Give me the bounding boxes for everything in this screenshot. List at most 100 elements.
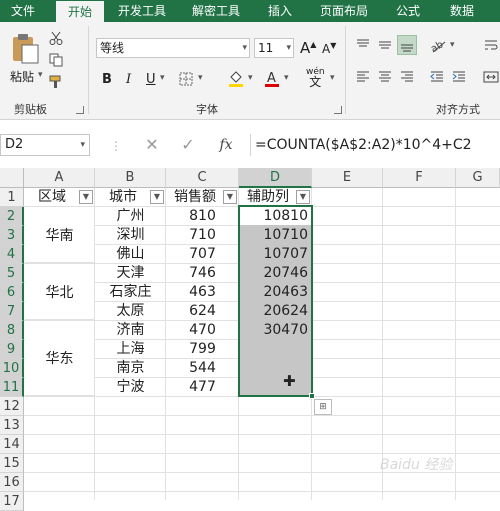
filter-dropdown-icon[interactable]: ▼	[150, 190, 164, 204]
column-header-d[interactable]: D	[239, 168, 312, 188]
row-header-7[interactable]: 7	[0, 302, 24, 321]
underline-button[interactable]: U	[146, 72, 156, 87]
city-cell[interactable]: 太原	[95, 302, 166, 321]
format-painter-icon[interactable]	[48, 74, 64, 90]
paste-label[interactable]: 粘贴	[10, 68, 34, 85]
row-header-5[interactable]: 5	[0, 264, 24, 283]
wrap-text-icon[interactable]	[482, 35, 500, 55]
italic-button[interactable]: I	[126, 72, 131, 87]
formula-bar-grip-icon[interactable]: ⋮	[110, 139, 122, 153]
tab-insert[interactable]: 插入	[258, 0, 302, 22]
orientation-icon[interactable]: ab	[428, 35, 448, 55]
city-cell[interactable]: 南京	[95, 359, 166, 378]
increase-font-icon[interactable]: A▲	[300, 39, 316, 57]
decrease-indent-icon[interactable]	[428, 68, 446, 86]
city-cell[interactable]: 广州	[95, 207, 166, 226]
align-top-icon[interactable]	[354, 36, 372, 54]
copy-icon[interactable]	[48, 52, 64, 68]
phonetic-guide-icon[interactable]: wén 文	[306, 67, 325, 89]
city-cell[interactable]: 宁波	[95, 378, 166, 397]
city-cell[interactable]: 上海	[95, 340, 166, 359]
row-header-2[interactable]: 2	[0, 207, 24, 226]
chevron-down-icon[interactable]: ▾	[330, 73, 335, 83]
sales-cell[interactable]: 810	[166, 207, 239, 226]
sales-cell[interactable]: 470	[166, 321, 239, 340]
border-icon[interactable]	[178, 71, 194, 87]
city-cell[interactable]: 佛山	[95, 245, 166, 264]
row-header-16[interactable]: 16	[0, 473, 24, 492]
tab-developer[interactable]: 开发工具	[110, 0, 174, 22]
sales-cell[interactable]: 463	[166, 283, 239, 302]
chevron-down-icon[interactable]: ▾	[198, 73, 203, 83]
row-header-6[interactable]: 6	[0, 283, 24, 302]
align-right-icon[interactable]	[398, 68, 416, 86]
chevron-down-icon[interactable]: ▾	[284, 73, 289, 83]
sales-cell[interactable]: 799	[166, 340, 239, 359]
sales-cell[interactable]: 710	[166, 226, 239, 245]
column-header-a[interactable]: A	[24, 168, 95, 188]
quick-analysis-icon[interactable]: ⊞	[314, 399, 332, 415]
tab-home[interactable]: 开始	[56, 1, 104, 22]
chevron-down-icon[interactable]: ▾	[160, 73, 165, 83]
column-header-g[interactable]: G	[456, 168, 500, 188]
row-header-3[interactable]: 3	[0, 226, 24, 245]
column-header-f[interactable]: F	[383, 168, 456, 188]
sales-cell[interactable]: 477	[166, 378, 239, 397]
clipboard-launcher-icon[interactable]	[76, 106, 84, 114]
city-cell[interactable]: 深圳	[95, 226, 166, 245]
row-header-4[interactable]: 4	[0, 245, 24, 264]
tab-file[interactable]: 文件	[0, 0, 46, 22]
tab-formulas[interactable]: 公式	[386, 0, 430, 22]
chevron-down-icon[interactable]: ▾	[450, 40, 455, 50]
bold-button[interactable]: B	[102, 72, 112, 87]
row-header-17[interactable]: 17	[0, 492, 24, 511]
column-header-c[interactable]: C	[166, 168, 239, 188]
merge-center-icon[interactable]	[482, 68, 500, 86]
fill-color-icon[interactable]	[226, 68, 246, 88]
filter-dropdown-icon[interactable]: ▼	[296, 190, 310, 204]
tab-data[interactable]: 数据	[440, 0, 484, 22]
enter-icon[interactable]: ✓	[176, 134, 200, 156]
row-header-13[interactable]: 13	[0, 416, 24, 435]
sales-cell[interactable]: 746	[166, 264, 239, 283]
name-box[interactable]: D2 ▾	[0, 134, 90, 156]
font-launcher-icon[interactable]	[334, 106, 342, 114]
paste-icon[interactable]	[8, 32, 42, 66]
select-all-corner[interactable]	[0, 168, 24, 188]
chevron-down-icon[interactable]: ▾	[248, 73, 253, 83]
row-header-12[interactable]: 12	[0, 397, 24, 416]
city-cell[interactable]: 济南	[95, 321, 166, 340]
align-center-icon[interactable]	[376, 68, 394, 86]
city-cell[interactable]: 天津	[95, 264, 166, 283]
filter-dropdown-icon[interactable]: ▼	[79, 190, 93, 204]
font-size-select[interactable]: 11 ▾	[254, 38, 294, 58]
filter-dropdown-icon[interactable]: ▼	[223, 190, 237, 204]
tab-page-layout[interactable]: 页面布局	[312, 0, 376, 22]
align-left-icon[interactable]	[354, 68, 372, 86]
row-header-8[interactable]: 8	[0, 321, 24, 340]
row-header-11[interactable]: 11	[0, 378, 24, 397]
column-header-e[interactable]: E	[312, 168, 383, 188]
sales-cell[interactable]: 544	[166, 359, 239, 378]
header-cell-city[interactable]: 城市	[95, 188, 151, 207]
sales-cell[interactable]: 707	[166, 245, 239, 264]
insert-function-icon[interactable]: fx	[214, 134, 238, 156]
font-name-select[interactable]: 等线 ▾	[96, 38, 250, 58]
column-header-b[interactable]: B	[95, 168, 166, 188]
row-header-14[interactable]: 14	[0, 435, 24, 454]
row-header-10[interactable]: 10	[0, 359, 24, 378]
sales-cell[interactable]: 624	[166, 302, 239, 321]
merged-cell-region[interactable]: 华南	[25, 207, 94, 263]
cancel-icon[interactable]: ✕	[140, 134, 164, 156]
header-cell-region[interactable]: 区域	[24, 188, 80, 207]
formula-input[interactable]: =COUNTA($A$2:A2)*10^4+C2	[250, 134, 500, 156]
tab-decrypt[interactable]: 解密工具	[184, 0, 248, 22]
cut-icon[interactable]	[48, 30, 64, 46]
merged-cell-region[interactable]: 华东	[25, 321, 94, 396]
decrease-font-icon[interactable]: A▼	[322, 41, 336, 56]
city-cell[interactable]: 石家庄	[95, 283, 166, 302]
row-header-1[interactable]: 1	[0, 188, 24, 207]
header-cell-sales[interactable]: 销售额	[166, 188, 224, 207]
row-header-15[interactable]: 15	[0, 454, 24, 473]
align-bottom-icon[interactable]	[397, 35, 417, 55]
